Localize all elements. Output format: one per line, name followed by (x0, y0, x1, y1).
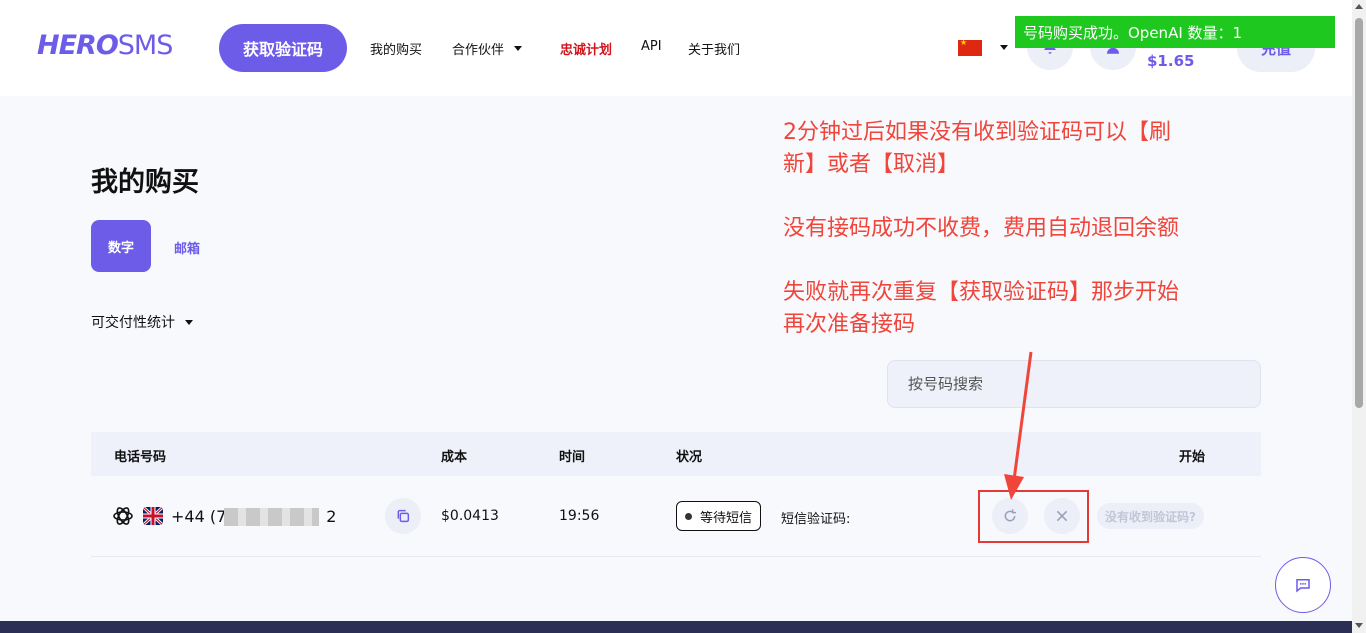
page-title: 我的购买 (91, 167, 199, 198)
nav-my-purchases-label: 我的购买 (370, 43, 423, 58)
nav-my-purchases[interactable]: 我的购买 (370, 39, 422, 58)
cost-value: $0.0413 (441, 508, 499, 524)
status-badge: 等待短信 (676, 501, 762, 531)
annotation-line-3: 没有接码成功不收费，费用自动退回余额 (783, 216, 1180, 241)
no-code-received-button[interactable]: 没有收到验证码? (1097, 503, 1204, 529)
column-header-cost: 成本 (441, 450, 468, 465)
nav-about-label: 关于我们 (688, 43, 741, 58)
nav-partners-label: 合作伙伴 (452, 43, 505, 58)
chevron-down-icon (514, 46, 523, 51)
chevron-down-icon (185, 319, 193, 325)
get-code-button[interactable]: 获取验证码 (219, 24, 347, 72)
nav-loyalty-label: 忠诚计划 (560, 43, 613, 58)
status-label: 等待短信 (700, 510, 753, 526)
close-icon (1056, 510, 1068, 522)
annotation-line-2: 新】或者【取消】 (783, 152, 960, 177)
redaction-mask (224, 508, 319, 526)
copy-number-button[interactable] (385, 498, 421, 534)
footer (0, 621, 1352, 633)
nav-api-label: API (641, 39, 662, 54)
language-flag-cn-icon[interactable] (958, 38, 982, 56)
column-header-time: 时间 (559, 450, 586, 465)
copy-icon (397, 509, 410, 523)
column-header-start: 开始 (1179, 450, 1206, 465)
nav-api[interactable]: API (641, 39, 662, 54)
uk-flag-icon (143, 507, 163, 525)
annotation-line-4: 失败就再次重复【获取验证码】那步开始 (783, 280, 1180, 305)
tab-digits[interactable]: 数字 (91, 220, 151, 272)
annotation-line-1: 2分钟过后如果没有收到验证码可以【刷 (783, 120, 1171, 145)
scroll-up-icon[interactable] (1355, 4, 1363, 9)
column-header-status: 状况 (676, 450, 703, 465)
chevron-down-icon[interactable] (1000, 45, 1008, 50)
tab-email[interactable]: 邮箱 (174, 238, 200, 257)
chat-icon (1296, 579, 1310, 593)
nav-loyalty[interactable]: 忠诚计划 (560, 39, 612, 58)
deliverability-stats-dropdown[interactable]: 可交付性统计 (91, 312, 193, 332)
refresh-button[interactable] (992, 498, 1028, 534)
cancel-button[interactable] (1044, 498, 1080, 534)
status-dot-icon (685, 512, 692, 520)
logo[interactable]: HEROSMS (37, 28, 197, 64)
scrollbar[interactable] (1352, 0, 1366, 633)
logo-sms-text: SMS (117, 30, 174, 61)
sms-code-label: 短信验证码: (781, 512, 851, 527)
time-value: 19:56 (559, 508, 600, 524)
success-toast: 号码购买成功。OpenAI 数量：1 (1015, 16, 1335, 48)
openai-icon (113, 507, 133, 525)
phone-prefix: +44 (7 (171, 507, 227, 526)
scroll-down-icon[interactable] (1355, 623, 1363, 628)
nav-partners[interactable]: 合作伙伴 (452, 39, 523, 58)
deliverability-stats-label: 可交付性统计 (91, 315, 175, 331)
phone-suffix: 2 (326, 507, 337, 526)
column-header-phone: 电话号码 (114, 450, 167, 465)
search-input[interactable] (887, 360, 1261, 408)
balance-amount: $1.65 (1147, 52, 1195, 70)
refresh-icon (1004, 509, 1016, 522)
nav-about[interactable]: 关于我们 (688, 39, 740, 58)
table-header: 电话号码 成本 时间 状况 开始 (91, 432, 1261, 476)
annotation-line-5: 再次准备接码 (783, 312, 916, 337)
logo-hero-text: HERO (37, 30, 119, 61)
scrollbar-thumb[interactable] (1355, 18, 1363, 408)
header: HEROSMS 获取验证码 我的购买 合作伙伴 忠诚计划 API 关于我们 $1… (0, 0, 1352, 96)
chat-support-button[interactable] (1275, 557, 1331, 613)
